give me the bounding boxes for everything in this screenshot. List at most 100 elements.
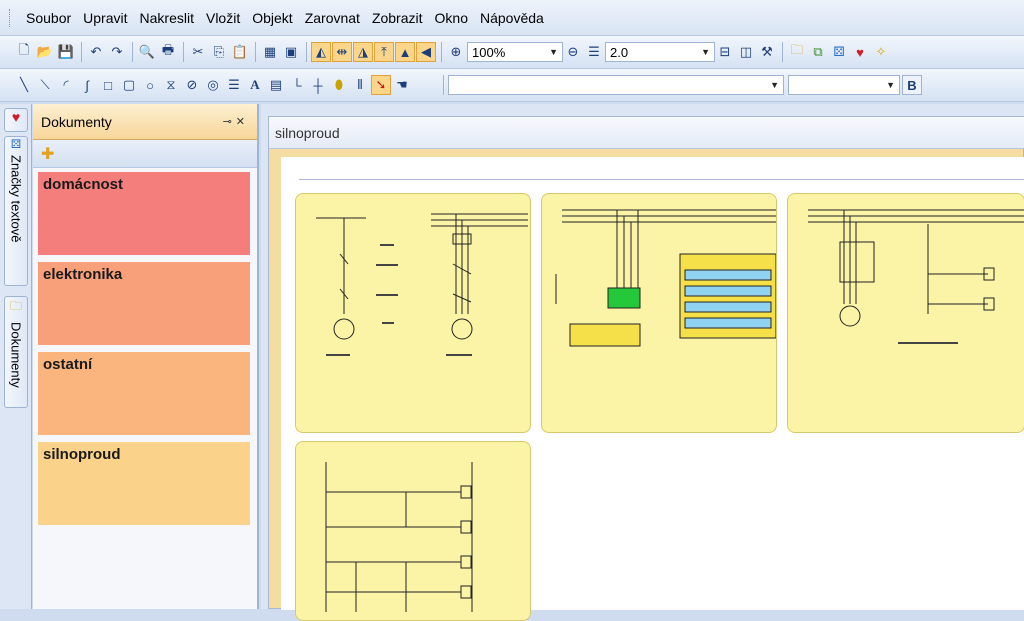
standard-toolbar: 🗋 📂 💾 ↶ ↷ 🔍 🖶 ✂ ⎘ 📋 ▦ ▣ ◭ ⇹ ◮ ⤒ ▲ ◀ ⊕ 10… <box>0 36 1024 69</box>
junction-tool-icon[interactable]: ┼ <box>308 75 328 95</box>
components-icon: ⚄ <box>10 137 22 151</box>
cut-icon[interactable]: ✂ <box>188 42 208 62</box>
line-width-value: 2.0 <box>610 44 629 60</box>
favorites-tab[interactable]: ♥ <box>4 108 28 132</box>
print-preview-icon[interactable]: 🔍 <box>137 42 157 62</box>
rectangle-tool-icon[interactable]: □ <box>98 75 118 95</box>
align-right-icon[interactable]: ◮ <box>353 42 373 62</box>
text-tool-icon[interactable]: A <box>245 75 265 95</box>
undo-icon[interactable]: ↶ <box>86 42 106 62</box>
documents-tab[interactable]: 🗀 Dokumenty <box>4 296 28 408</box>
document-item-elektronika[interactable]: elektronika <box>38 262 250 345</box>
bold-button[interactable]: B <box>902 75 922 95</box>
font-size-select[interactable]: ▼ <box>788 75 900 95</box>
separator <box>443 75 444 95</box>
select-arrow-icon[interactable]: ➘ <box>371 75 391 95</box>
menu-vlozit[interactable]: Vložit <box>200 10 246 26</box>
pin-icon[interactable]: ⊸ <box>223 116 236 128</box>
print-icon[interactable]: 🖶 <box>158 42 178 62</box>
align-left-icon[interactable]: ◭ <box>311 42 331 62</box>
document-item-label: silnoproud <box>43 446 121 463</box>
menu-nakreslit[interactable]: Nakreslit <box>134 10 200 26</box>
align-middle-icon[interactable]: ▲ <box>395 42 415 62</box>
line-width-select[interactable]: 2.0 ▼ <box>605 42 715 62</box>
folder-icon[interactable]: 🗀 <box>787 42 807 62</box>
favorites-heart-icon[interactable]: ♥ <box>850 42 870 62</box>
zoom-select[interactable]: 100% ▼ <box>467 42 563 62</box>
zoom-out-icon[interactable]: ⊖ <box>563 42 583 62</box>
tools-icon[interactable]: ⚒ <box>757 42 777 62</box>
connector-tool-icon[interactable]: └ <box>287 75 307 95</box>
sparkle-icon[interactable]: ✧ <box>871 42 891 62</box>
menu-okno[interactable]: Okno <box>429 10 474 26</box>
page-thumbnail-3[interactable] <box>787 193 1024 433</box>
horizontal-layout-icon[interactable]: ⊟ <box>715 42 735 62</box>
curve-tool-icon[interactable]: ∫ <box>77 75 97 95</box>
document-item-ostatni[interactable]: ostatní <box>38 352 250 435</box>
heart-icon: ♥ <box>11 109 21 125</box>
polyline-tool-icon[interactable]: ⟍ <box>35 75 55 95</box>
menu-napoveda[interactable]: Nápověda <box>474 10 550 26</box>
align-center-icon[interactable]: ⇹ <box>332 42 352 62</box>
close-icon[interactable]: ✕ <box>236 116 249 128</box>
image-icon[interactable]: ▦ <box>260 42 280 62</box>
line-width-icon[interactable]: ☰ <box>584 42 604 62</box>
symbol-tool-icon[interactable]: ⬮ <box>329 75 349 95</box>
page-thumbnail-4[interactable] <box>295 441 531 621</box>
menu-soubor[interactable]: Soubor <box>20 10 77 26</box>
menu-upravit[interactable]: Upravit <box>77 10 133 26</box>
zoom-in-icon[interactable]: ⊕ <box>446 42 466 62</box>
save-icon[interactable]: 💾 <box>56 42 76 62</box>
pan-hand-icon[interactable]: ☚ <box>392 75 412 95</box>
vertical-layout-icon[interactable]: ◫ <box>736 42 756 62</box>
page-thumbnail-1[interactable] <box>295 193 531 433</box>
line-tool-icon[interactable]: ╲ <box>14 75 34 95</box>
document-item-domacnost[interactable]: domácnost <box>38 172 250 255</box>
align-bottom-icon[interactable]: ◀ <box>416 42 436 62</box>
main-workspace: silnoproud <box>261 104 1024 621</box>
redo-icon[interactable]: ↷ <box>107 42 127 62</box>
menu-zarovnat[interactable]: Zarovnat <box>299 10 366 26</box>
rounded-rect-tool-icon[interactable]: ▢ <box>119 75 139 95</box>
add-document-icon[interactable]: ✚ <box>41 144 54 164</box>
paste-icon[interactable]: 📋 <box>230 42 250 62</box>
separator <box>81 42 82 62</box>
picture-icon[interactable]: ▣ <box>281 42 301 62</box>
hourglass-tool-icon[interactable]: ⧖ <box>161 75 181 95</box>
eye-tool-icon[interactable]: ◎ <box>203 75 223 95</box>
document-item-label: elektronika <box>43 266 123 283</box>
components-icon[interactable]: ⚄ <box>829 42 849 62</box>
schematic-drawing-2 <box>555 209 776 347</box>
table-tool-icon[interactable]: ▤ <box>266 75 286 95</box>
documents-panel-header: Dokumenty ⊸✕ <box>33 104 257 140</box>
list-tool-icon[interactable]: ☰ <box>224 75 244 95</box>
separator <box>132 42 133 62</box>
ellipse-tool-icon[interactable]: ○ <box>140 75 160 95</box>
symbols-tab[interactable]: ⚄ Značky textově <box>4 136 28 286</box>
document-tab-title: silnoproud <box>275 124 340 141</box>
document-item-silnoproud[interactable]: silnoproud <box>38 442 250 525</box>
drawing-canvas[interactable] <box>281 157 1024 621</box>
arc-tool-icon[interactable]: ◜ <box>56 75 76 95</box>
symbols-tab-label: Značky textově <box>8 155 24 243</box>
bus-tool-icon[interactable]: ⦀ <box>350 75 370 95</box>
hierarchy-icon[interactable]: ⧉ <box>808 42 828 62</box>
new-file-icon[interactable]: 🗋 <box>14 42 34 62</box>
menu-objekt[interactable]: Objekt <box>246 10 298 26</box>
menu-zobrazit[interactable]: Zobrazit <box>366 10 429 26</box>
document-tab[interactable]: silnoproud <box>269 117 1024 149</box>
align-top-icon[interactable]: ⤒ <box>374 42 394 62</box>
separator <box>306 42 307 62</box>
copy-icon[interactable]: ⎘ <box>209 42 229 62</box>
separator <box>183 42 184 62</box>
open-folder-icon[interactable]: 📂 <box>35 42 55 62</box>
font-select[interactable]: ▼ <box>448 75 784 95</box>
documents-panel-title: Dokumenty <box>41 113 112 130</box>
page-thumbnail-2[interactable] <box>541 193 777 433</box>
slashed-circle-tool-icon[interactable]: ⊘ <box>182 75 202 95</box>
chevron-down-icon: ▼ <box>770 80 779 90</box>
schematic-drawing-1 <box>316 213 528 356</box>
side-tab-strip: ♥ ⚄ Značky textově 🗀 Dokumenty <box>0 104 32 609</box>
panel-controls: ⊸✕ <box>223 115 249 128</box>
folder-icon: 🗀 <box>9 299 22 313</box>
